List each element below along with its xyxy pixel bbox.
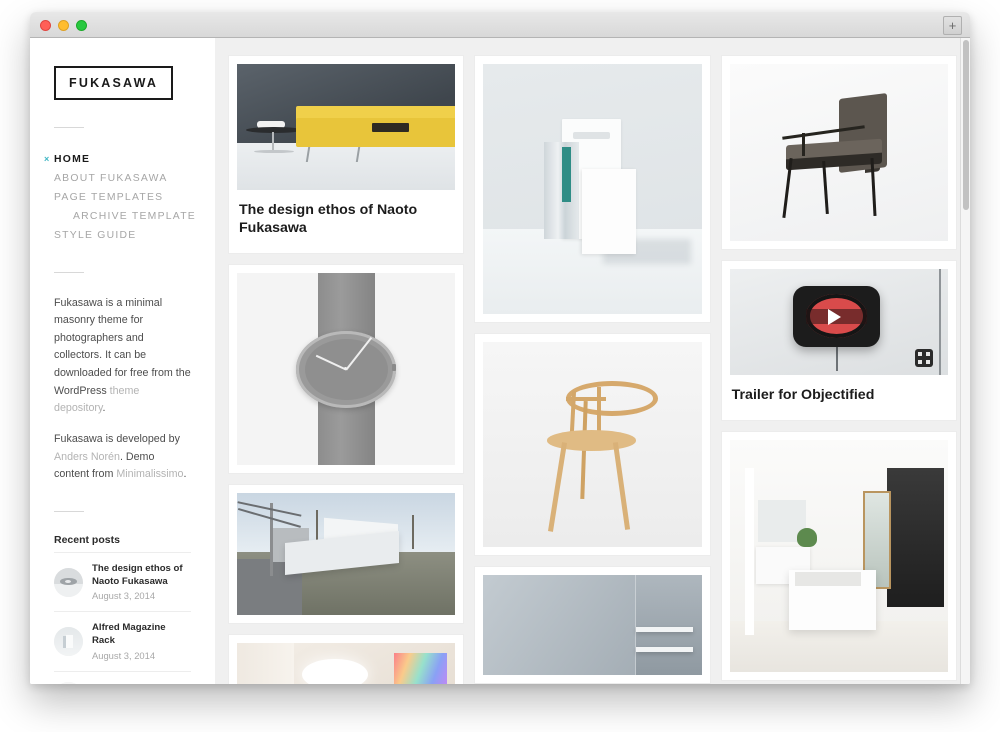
grey-interior-shelf-photo[interactable] (483, 575, 702, 675)
grid-column-1: The design ethos of Naoto Fukasawa (229, 56, 464, 684)
site-description-paragraph-1: Fukasawa is a minimal masonry theme for … (54, 295, 191, 419)
recent-post-date: August 3, 2014 (92, 649, 156, 661)
alfred-magazine-rack-photo[interactable] (483, 64, 702, 314)
recent-post-item[interactable]: Babela Armchair August 3, 2014 (54, 670, 191, 684)
nav-item-about-fukasawa[interactable]: ABOUT FUKASAWA (54, 169, 191, 188)
wooden-chair-photo[interactable] (483, 342, 702, 547)
sidebar: FUKASAWA × HOME ABOUT FUKASAWA PAGE TEMP… (30, 38, 215, 684)
recent-post-item[interactable]: The design ethos of Naoto Fukasawa Augus… (54, 552, 191, 611)
recent-post-item[interactable]: Alfred Magazine Rack August 3, 2014 (54, 611, 191, 670)
nav-item-archive-template[interactable]: ARCHIVE TEMPLATE (54, 207, 195, 226)
nav-item-label: HOME (54, 153, 91, 165)
description-text: Fukasawa is developed by (54, 433, 180, 446)
post-card: The design ethos of Naoto Fukasawa (229, 56, 464, 254)
description-text: Fukasawa is a minimal masonry theme for … (54, 296, 191, 397)
grid-column-2 (475, 56, 710, 683)
divider (54, 126, 84, 128)
post-grid: The design ethos of Naoto Fukasawa Trail… (215, 38, 970, 684)
nav-item-label: PAGE TEMPLATES (54, 191, 164, 203)
description-text: . (183, 468, 187, 481)
nav-item-style-guide[interactable]: STYLE GUIDE (54, 226, 191, 245)
current-page-marker-icon: × (44, 153, 51, 164)
recent-post-title: Alfred Magazine Rack (92, 622, 166, 647)
white-house-architecture-photo[interactable] (237, 493, 456, 616)
minimalissimo-link[interactable]: Minimalissimo (116, 468, 183, 480)
post-card-title[interactable]: The design ethos of Naoto Fukasawa (237, 190, 455, 245)
objectified-video-thumbnail[interactable] (729, 269, 948, 375)
recent-post-meta: The design ethos of Naoto Fukasawa Augus… (92, 563, 191, 601)
grid-column-3: Trailer for Objectified (721, 56, 956, 681)
nav-item-label: STYLE GUIDE (54, 229, 137, 241)
page-viewport: FUKASAWA × HOME ABOUT FUKASAWA PAGE TEMP… (30, 38, 970, 684)
post-card: Trailer for Objectified (721, 261, 956, 421)
post-card (475, 56, 710, 322)
main-navigation: × HOME ABOUT FUKASAWA PAGE TEMPLATES ARC… (44, 150, 195, 245)
nav-item-page-templates[interactable]: PAGE TEMPLATES (54, 188, 191, 207)
post-card-title[interactable]: Trailer for Objectified (730, 375, 948, 412)
armchair-thumb-icon (54, 681, 83, 684)
nav-item-home[interactable]: × HOME (44, 150, 191, 169)
post-card (721, 432, 956, 681)
recent-post-meta: Alfred Magazine Rack August 3, 2014 (92, 622, 191, 660)
anders-noren-link[interactable]: Anders Norén (54, 451, 120, 463)
post-card (475, 334, 710, 555)
page-scrollbar-thumb[interactable] (963, 40, 969, 210)
sofa-thumb-icon (54, 567, 83, 597)
divider (54, 511, 84, 513)
tab-strip: + (30, 12, 970, 38)
post-card (475, 567, 710, 683)
browser-window: + FUKASAWA × HOME ABOUT FUKASAWA PAGE TE… (30, 12, 970, 684)
post-card (721, 56, 956, 249)
browser-titlebar: + (30, 12, 970, 38)
recent-post-title: The design ethos of Naoto Fukasawa (92, 563, 183, 587)
nav-item-label: ABOUT FUKASAWA (54, 172, 168, 184)
ceiling-light-photo[interactable] (237, 643, 456, 684)
babela-armchair-photo[interactable] (729, 64, 948, 241)
recent-post-title: Babela Armchair (92, 683, 168, 684)
fullscreen-icon[interactable] (914, 348, 933, 367)
site-description-paragraph-2: Fukasawa is developed by Anders Norén. D… (54, 431, 191, 484)
magazine-rack-thumb-icon (54, 627, 83, 657)
nav-item-label: ARCHIVE TEMPLATE (73, 210, 196, 222)
post-card (229, 485, 464, 624)
recent-post-date: August 3, 2014 (92, 590, 156, 602)
bottle-watch-photo[interactable] (237, 273, 456, 466)
recent-post-meta: Babela Armchair August 3, 2014 (92, 683, 168, 684)
site-logo[interactable]: FUKASAWA (54, 66, 174, 100)
post-card (229, 635, 464, 684)
divider (54, 271, 84, 273)
recent-posts-heading: Recent posts (54, 534, 120, 547)
post-card (229, 265, 464, 474)
yellow-sofa-photo[interactable] (237, 64, 456, 190)
page-scrollbar[interactable] (960, 38, 970, 684)
description-text: . (102, 402, 106, 415)
white-bathroom-interior-photo[interactable] (729, 440, 948, 673)
new-tab-button[interactable]: + (943, 16, 962, 35)
